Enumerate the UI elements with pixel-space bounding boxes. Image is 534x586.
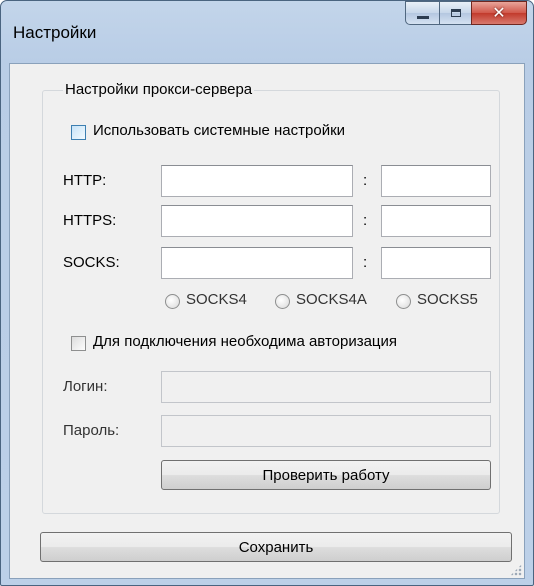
http-host-input[interactable] [161, 165, 353, 197]
test-connection-button[interactable]: Проверить работу [161, 460, 491, 490]
settings-window: Настройки ✕ Настройки прокси-сервера Исп… [0, 0, 534, 586]
http-colon: : [363, 172, 368, 189]
auth-required-label[interactable]: Для подключения необходима авторизация [93, 333, 397, 350]
radio-socks5[interactable] [396, 294, 411, 309]
proxy-settings-group: Настройки прокси-сервера Использовать си… [42, 81, 500, 514]
caption-buttons: ✕ [405, 1, 527, 27]
socks-colon: : [363, 254, 368, 271]
socks-host-input[interactable] [161, 247, 353, 279]
socks-port-input[interactable] [381, 247, 491, 279]
radio-socks4[interactable] [165, 294, 180, 309]
radio-socks4a[interactable] [275, 294, 290, 309]
https-colon: : [363, 212, 368, 229]
save-button[interactable]: Сохранить [40, 532, 512, 562]
radio-socks4-label[interactable]: SOCKS4 [186, 291, 247, 308]
close-icon: ✕ [492, 3, 506, 22]
use-system-settings-checkbox[interactable] [71, 125, 86, 140]
minimize-icon [416, 15, 429, 19]
minimize-button[interactable] [405, 1, 439, 25]
maximize-icon [450, 9, 461, 17]
https-port-input[interactable] [381, 205, 491, 237]
close-button[interactable]: ✕ [471, 1, 527, 25]
proxy-group-legend: Настройки прокси-сервера [63, 81, 255, 98]
radio-socks4a-label[interactable]: SOCKS4A [296, 291, 367, 308]
use-system-settings-label[interactable]: Использовать системные настройки [93, 122, 345, 139]
login-label: Логин: [63, 378, 108, 395]
http-port-input[interactable] [381, 165, 491, 197]
client-area: Настройки прокси-сервера Использовать си… [9, 63, 525, 579]
socks-label: SOCKS: [63, 254, 120, 271]
title-bar[interactable]: Настройки ✕ [1, 1, 533, 63]
https-host-input[interactable] [161, 205, 353, 237]
password-label: Пароль: [63, 422, 120, 439]
resize-grip[interactable] [510, 564, 522, 576]
http-label: HTTP: [63, 172, 107, 189]
radio-socks5-label[interactable]: SOCKS5 [417, 291, 478, 308]
auth-required-checkbox[interactable] [71, 336, 86, 351]
window-title: Настройки [13, 23, 97, 42]
https-label: HTTPS: [63, 212, 117, 229]
password-input[interactable] [161, 415, 491, 447]
maximize-button[interactable] [439, 1, 471, 25]
login-input[interactable] [161, 371, 491, 403]
